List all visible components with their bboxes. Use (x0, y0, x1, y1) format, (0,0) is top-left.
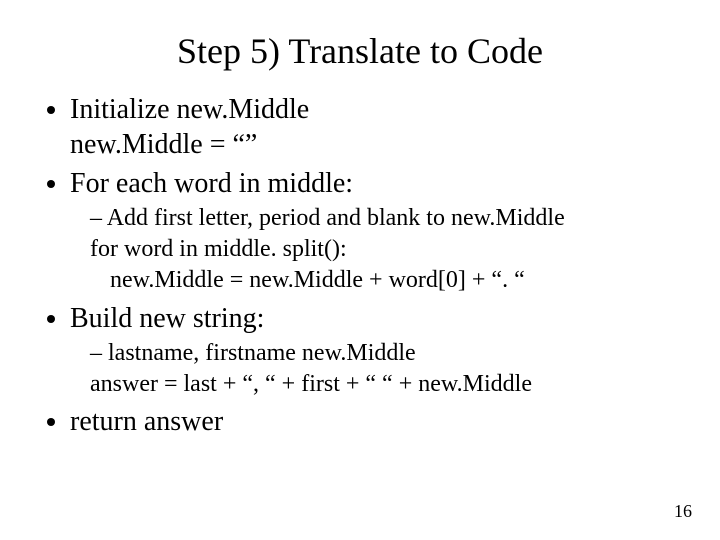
code-append: new.Middle = new.Middle + word[0] + “. “ (90, 265, 690, 296)
code-answer: answer = last + “, “ + first + “ “ + new… (90, 369, 690, 400)
bullet-return: return answer (70, 404, 690, 439)
page-number: 16 (674, 501, 692, 522)
bullet-list: Initialize new.Middle new.Middle = “” Fo… (30, 92, 690, 439)
sub-list: Add first letter, period and blank to ne… (70, 203, 690, 297)
sub-lastname: lastname, firstname new.Middle (90, 338, 690, 369)
bullet-text: Build new string: (70, 303, 264, 334)
bullet-foreach: For each word in middle: Add first lette… (70, 166, 690, 297)
slide: Step 5) Translate to Code Initialize new… (0, 0, 720, 540)
bullet-initialize: Initialize new.Middle new.Middle = “” (70, 92, 690, 162)
slide-title: Step 5) Translate to Code (30, 30, 690, 72)
bullet-build: Build new string: lastname, firstname ne… (70, 301, 690, 400)
bullet-text: Initialize new.Middle (70, 94, 309, 125)
code-for: for word in middle. split(): (90, 234, 690, 265)
bullet-text: return answer (70, 406, 223, 437)
sub-add-letter: Add first letter, period and blank to ne… (90, 203, 690, 234)
sub-list: lastname, firstname new.Middle answer = … (70, 338, 690, 400)
code-init: new.Middle = “” (70, 127, 690, 162)
bullet-text: For each word in middle: (70, 168, 353, 199)
